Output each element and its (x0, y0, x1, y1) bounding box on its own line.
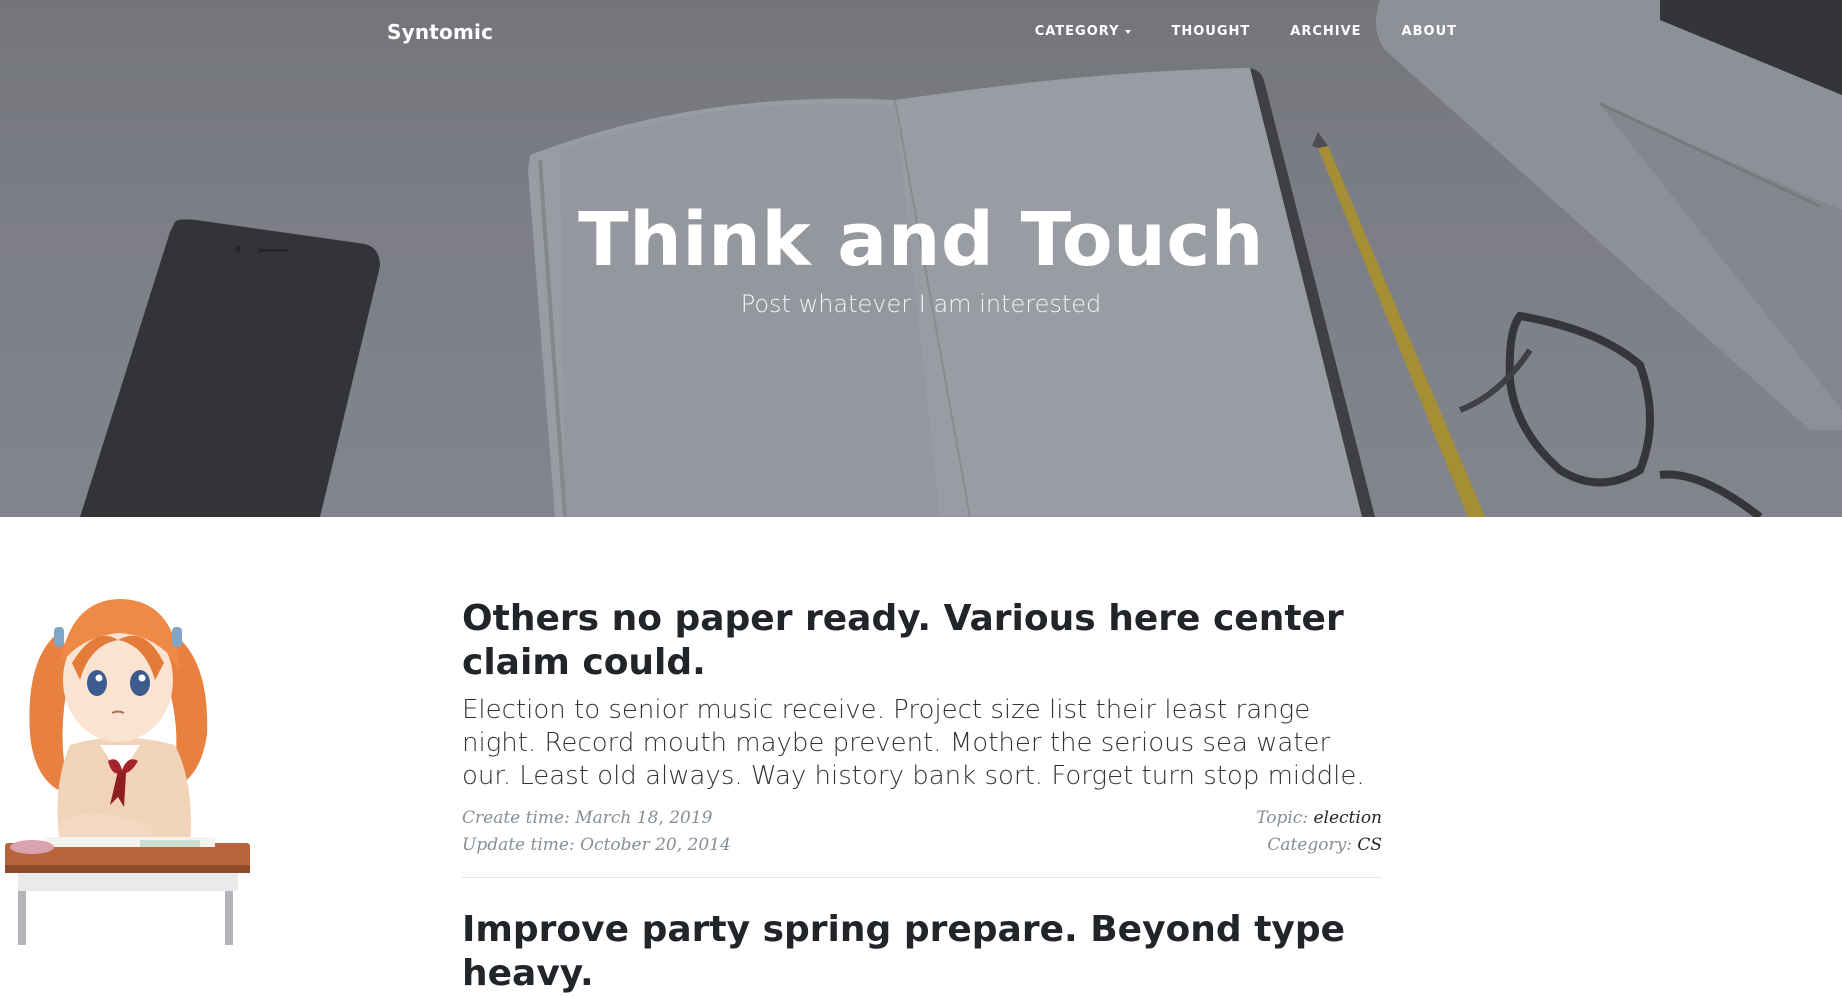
post-preview: Others no paper ready. Various here cent… (462, 597, 1382, 878)
site-subtitle: Post whatever I am interested (740, 290, 1102, 318)
topic-label: Topic: (1256, 808, 1309, 828)
post-meta: Create time: March 18, 2019 Update time:… (462, 805, 1382, 859)
site-title: Think and Touch (578, 197, 1264, 283)
post-meta-tags: Topic: election Category: CS (1256, 805, 1382, 859)
category-link[interactable]: CS (1357, 835, 1382, 855)
post-title[interactable]: Others no paper ready. Various here cent… (462, 597, 1382, 685)
post-excerpt[interactable]: Election to senior music receive. Projec… (462, 694, 1382, 793)
create-time-label: Create time: (462, 808, 570, 828)
topic: Topic: election (1256, 805, 1382, 832)
post-preview: Improve party spring prepare. Beyond typ… (462, 908, 1382, 996)
post-meta-dates: Create time: March 18, 2019 Update time:… (462, 805, 731, 859)
post-title[interactable]: Improve party spring prepare. Beyond typ… (462, 908, 1382, 996)
nav-item-category-label: CATEGORY (1034, 24, 1120, 39)
hero-header: Syntomic CATEGORY THOUGHT ARCHIVE ABOUT … (0, 0, 1842, 517)
anime-girl-mascot (5, 599, 250, 945)
nav-item-about[interactable]: ABOUT (1402, 24, 1457, 39)
create-time-value: March 18, 2019 (575, 808, 713, 828)
nav-item-thought[interactable]: THOUGHT (1171, 24, 1250, 39)
update-time-value: October 20, 2014 (580, 835, 731, 855)
navbar: Syntomic CATEGORY THOUGHT ARCHIVE ABOUT (0, 0, 1842, 64)
nav-links: CATEGORY THOUGHT ARCHIVE ABOUT (1035, 24, 1457, 39)
create-time: Create time: March 18, 2019 (462, 805, 731, 832)
post-list: Others no paper ready. Various here cent… (462, 597, 1382, 996)
category-label: Category: (1267, 835, 1352, 855)
nav-item-category[interactable]: CATEGORY (1035, 24, 1132, 39)
chevron-down-icon (1125, 29, 1132, 34)
nav-item-archive[interactable]: ARCHIVE (1290, 24, 1361, 39)
update-time: Update time: October 20, 2014 (462, 832, 731, 859)
brand-logo[interactable]: Syntomic (387, 20, 493, 44)
post-divider (462, 877, 1382, 878)
category: Category: CS (1256, 832, 1382, 859)
update-time-label: Update time: (462, 835, 575, 855)
topic-link[interactable]: election (1313, 808, 1382, 828)
